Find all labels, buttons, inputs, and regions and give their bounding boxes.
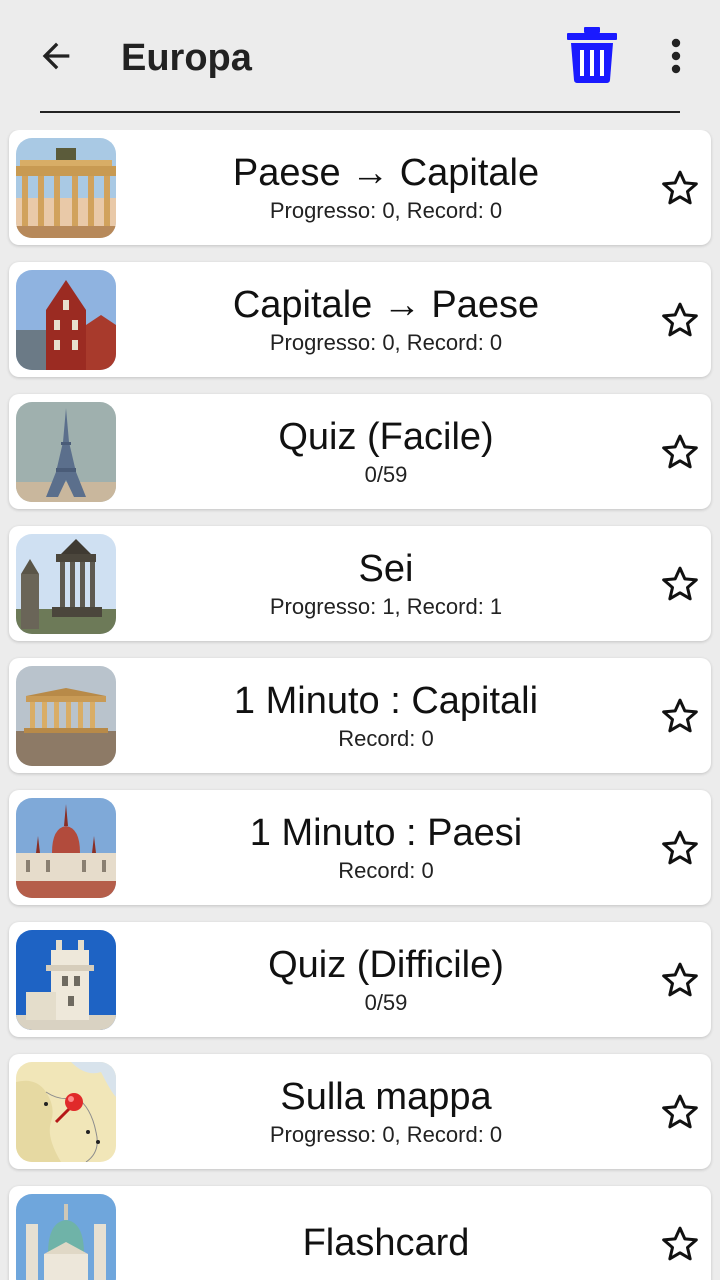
list-item-title: Sulla mappa (280, 1075, 492, 1118)
page-title: Europa (121, 37, 252, 79)
favorite-button[interactable] (657, 1221, 703, 1267)
favorite-button[interactable] (657, 297, 703, 343)
back-button[interactable] (28, 28, 84, 84)
list-item-text: Quiz (Facile) 0/59 (139, 394, 633, 509)
list-item-subtitle: Progresso: 0, Record: 0 (269, 1121, 503, 1147)
brandenburg-gate-image (16, 138, 116, 238)
list-item-text: Paese → Capitale Progresso: 0, Record: 0 (139, 130, 633, 245)
list-item-subtitle: 0/59 (364, 989, 408, 1015)
star-outline-icon (662, 434, 698, 469)
list-item-title: 1 Minuto : Capitali (233, 679, 539, 722)
karlskirche-image (16, 1194, 116, 1280)
map-pin-image (16, 1062, 116, 1162)
list-item-text: Sulla mappa Progresso: 0, Record: 0 (139, 1054, 633, 1169)
list-item-title: Quiz (Facile) (278, 415, 494, 458)
favorite-button[interactable] (657, 1089, 703, 1135)
favorite-button[interactable] (657, 693, 703, 739)
parthenon-image (16, 666, 116, 766)
list-item-subtitle: Progresso: 1, Record: 1 (269, 593, 503, 619)
list-item[interactable]: Flashcard (9, 1186, 711, 1280)
list-item[interactable]: 1 Minuto : Capitali Record: 0 (9, 658, 711, 773)
list-item-text: 1 Minuto : Paesi Record: 0 (139, 790, 633, 905)
hungarian-parliament-image (16, 798, 116, 898)
favorite-button[interactable] (657, 429, 703, 475)
delete-button[interactable] (560, 22, 624, 88)
list-item-title: 1 Minuto : Paesi (249, 811, 523, 854)
list-item-text: Quiz (Difficile) 0/59 (139, 922, 633, 1037)
list-item[interactable]: Capitale → Paese Progresso: 0, Record: 0 (9, 262, 711, 377)
belem-tower-image (16, 930, 116, 1030)
star-outline-icon (662, 1226, 698, 1261)
list-item[interactable]: 1 Minuto : Paesi Record: 0 (9, 790, 711, 905)
favorite-button[interactable] (657, 561, 703, 607)
list-item[interactable]: Paese → Capitale Progresso: 0, Record: 0 (9, 130, 711, 245)
list-item-title: Quiz (Difficile) (268, 943, 504, 986)
list-item-title: Capitale → Paese (232, 283, 540, 326)
list-item-text: Sei Progresso: 1, Record: 1 (139, 526, 633, 641)
header-divider (40, 111, 680, 113)
mode-list: Paese → Capitale Progresso: 0, Record: 0 (0, 130, 720, 1280)
list-item-title: Flashcard (302, 1221, 470, 1264)
list-item-subtitle: 0/59 (364, 461, 408, 487)
list-item-subtitle: Progresso: 0, Record: 0 (269, 197, 503, 223)
favorite-button[interactable] (657, 957, 703, 1003)
star-outline-icon (662, 830, 698, 865)
list-item-subtitle: Record: 0 (338, 725, 434, 751)
eiffel-tower-image (16, 402, 116, 502)
list-item-title: Paese → Capitale (232, 151, 540, 194)
list-item-text: 1 Minuto : Capitali Record: 0 (139, 658, 633, 773)
list-item[interactable]: Quiz (Facile) 0/59 (9, 394, 711, 509)
list-item-subtitle: Record: 0 (338, 857, 434, 883)
list-item-text: Flashcard (139, 1186, 633, 1280)
list-item-title: Sei (358, 547, 414, 590)
more-options-button[interactable] (650, 30, 702, 82)
list-item-text: Capitale → Paese Progresso: 0, Record: 0 (139, 262, 633, 377)
star-outline-icon (662, 962, 698, 997)
list-item[interactable]: Sulla mappa Progresso: 0, Record: 0 (9, 1054, 711, 1169)
star-outline-icon (662, 566, 698, 601)
more-vertical-icon (671, 38, 681, 74)
dugald-stewart-monument-image (16, 534, 116, 634)
list-item[interactable]: Sei Progresso: 1, Record: 1 (9, 526, 711, 641)
list-item[interactable]: Quiz (Difficile) 0/59 (9, 922, 711, 1037)
house-of-blackheads-image (16, 270, 116, 370)
star-outline-icon (662, 698, 698, 733)
app-bar: Europa (0, 0, 720, 115)
star-outline-icon (662, 302, 698, 337)
star-outline-icon (662, 170, 698, 205)
favorite-button[interactable] (657, 825, 703, 871)
arrow-left-icon (42, 42, 70, 70)
favorite-button[interactable] (657, 165, 703, 211)
trash-icon (567, 27, 617, 83)
star-outline-icon (662, 1094, 698, 1129)
list-item-subtitle: Progresso: 0, Record: 0 (269, 329, 503, 355)
